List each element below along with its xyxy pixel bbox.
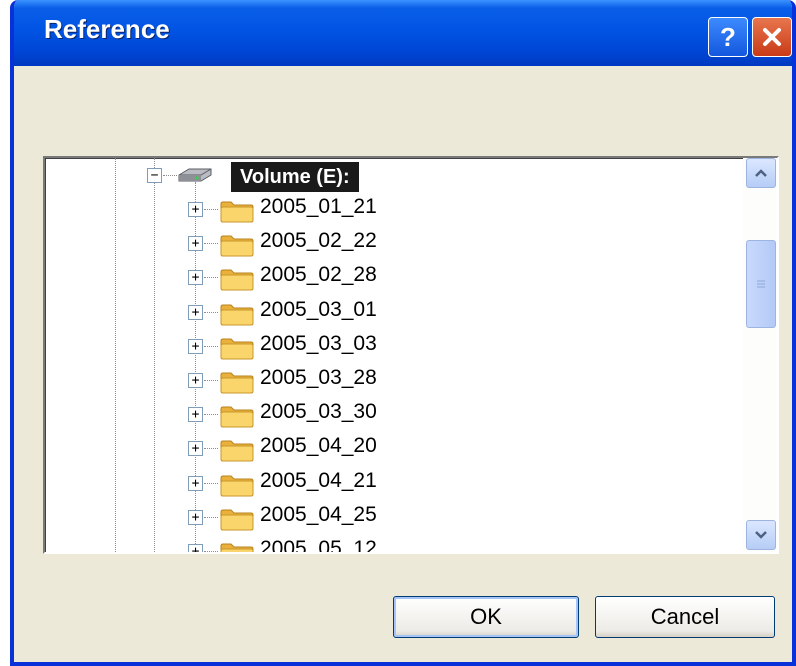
reference-dialog: Reference ? − Volume (E): + 2005_01_21 +…	[10, 0, 796, 666]
tree-folder-row[interactable]: +2005_04_25	[45, 500, 745, 534]
svg-text:?: ?	[720, 23, 736, 51]
tree-folder-row[interactable]: +2005_04_21	[45, 466, 745, 500]
plus-icon: +	[191, 441, 200, 456]
help-button[interactable]: ?	[708, 17, 748, 57]
tree-folder-row[interactable]: +2005_01_21	[45, 192, 745, 226]
expand-toggle[interactable]: +	[188, 270, 203, 285]
scroll-up-button[interactable]	[746, 158, 776, 188]
drive-icon	[178, 168, 212, 182]
vertical-scrollbar[interactable]	[743, 158, 777, 552]
folder-label: 2005_03_03	[260, 332, 377, 355]
close-icon	[763, 28, 781, 46]
tree-folder-row[interactable]: +2005_03_28	[45, 363, 745, 397]
tree-folder-row[interactable]: +2005_02_28	[45, 260, 745, 294]
folder-label: 2005_02_28	[260, 263, 377, 286]
folder-tree[interactable]: − Volume (E): +2005_01_21 +2005_02_22 +200…	[43, 156, 779, 554]
chevron-up-icon	[755, 169, 767, 177]
title-bar[interactable]: Reference ?	[14, 0, 792, 66]
close-button[interactable]	[752, 17, 792, 57]
folder-icon	[220, 475, 254, 497]
tree-guide-line	[204, 209, 218, 210]
tree-folder-row[interactable]: +2005_04_20	[45, 431, 745, 465]
folder-icon	[220, 509, 254, 531]
folder-label: 2005_03_01	[260, 298, 377, 321]
tree-guide-line	[204, 277, 218, 278]
cancel-button[interactable]: Cancel	[595, 596, 775, 638]
folder-label: 2005_04_25	[260, 503, 377, 526]
expand-toggle[interactable]: +	[188, 236, 203, 251]
folder-icon	[220, 235, 254, 257]
expand-toggle[interactable]: +	[188, 339, 203, 354]
tree-guide-line	[204, 346, 218, 347]
drive-label: Volume (E):	[231, 162, 359, 192]
folder-label: 2005_04_21	[260, 469, 377, 492]
tree-guide-line	[204, 414, 218, 415]
tree-guide-line	[204, 312, 218, 313]
plus-icon: +	[191, 236, 200, 251]
folder-icon	[220, 269, 254, 291]
grip-icon	[757, 280, 765, 288]
folder-icon	[220, 304, 254, 326]
tree-guide-line	[204, 483, 218, 484]
collapse-toggle[interactable]: −	[147, 168, 162, 183]
expand-toggle[interactable]: +	[188, 202, 203, 217]
folder-icon	[220, 338, 254, 360]
plus-icon: +	[191, 270, 200, 285]
tree-folder-row[interactable]: +2005_03_01	[45, 295, 745, 329]
scroll-thumb[interactable]	[746, 240, 776, 328]
plus-icon: +	[191, 305, 200, 320]
plus-icon: +	[191, 510, 200, 525]
plus-icon: +	[191, 202, 200, 217]
folder-label: 2005_04_20	[260, 434, 377, 457]
folder-icon	[220, 543, 254, 552]
plus-icon: +	[191, 407, 200, 422]
folder-label: 2005_01_21	[260, 195, 377, 218]
chevron-down-icon	[755, 531, 767, 539]
expand-toggle[interactable]: +	[188, 305, 203, 320]
folder-icon	[220, 406, 254, 428]
plus-icon: +	[191, 373, 200, 388]
expand-toggle[interactable]: +	[188, 510, 203, 525]
tree-folder-row[interactable]: +2005_03_30	[45, 397, 745, 431]
expand-toggle[interactable]: +	[188, 544, 203, 554]
folder-label: 2005_02_22	[260, 229, 377, 252]
tree-guide-line	[204, 517, 218, 518]
folder-icon	[220, 372, 254, 394]
ok-button[interactable]: OK	[393, 596, 579, 638]
tree-guide-line	[204, 448, 218, 449]
expand-toggle[interactable]: +	[188, 476, 203, 491]
expand-toggle[interactable]: +	[188, 407, 203, 422]
folder-label: 2005_03_28	[260, 366, 377, 389]
plus-icon: +	[191, 544, 200, 554]
minus-icon: −	[150, 168, 159, 183]
tree-folder-row[interactable]: +2005_03_03	[45, 329, 745, 363]
tree-folder-row[interactable]: +2005_02_22	[45, 226, 745, 260]
folder-icon	[220, 440, 254, 462]
tree-guide-line	[204, 551, 218, 552]
plus-icon: +	[191, 339, 200, 354]
folder-label: 2005_03_30	[260, 400, 377, 423]
plus-icon: +	[191, 476, 200, 491]
tree-guide-line	[204, 243, 218, 244]
tree-guide-line	[204, 380, 218, 381]
folder-label: 2005_05_12	[260, 537, 377, 554]
dialog-title: Reference	[44, 14, 170, 44]
tree-folder-row[interactable]: +2005_05_12	[45, 534, 745, 554]
scroll-down-button[interactable]	[746, 520, 776, 550]
help-icon: ?	[720, 23, 736, 51]
folder-icon	[220, 201, 254, 223]
tree-root-row[interactable]: − Volume (E):	[45, 158, 745, 192]
expand-toggle[interactable]: +	[188, 441, 203, 456]
expand-toggle[interactable]: +	[188, 373, 203, 388]
